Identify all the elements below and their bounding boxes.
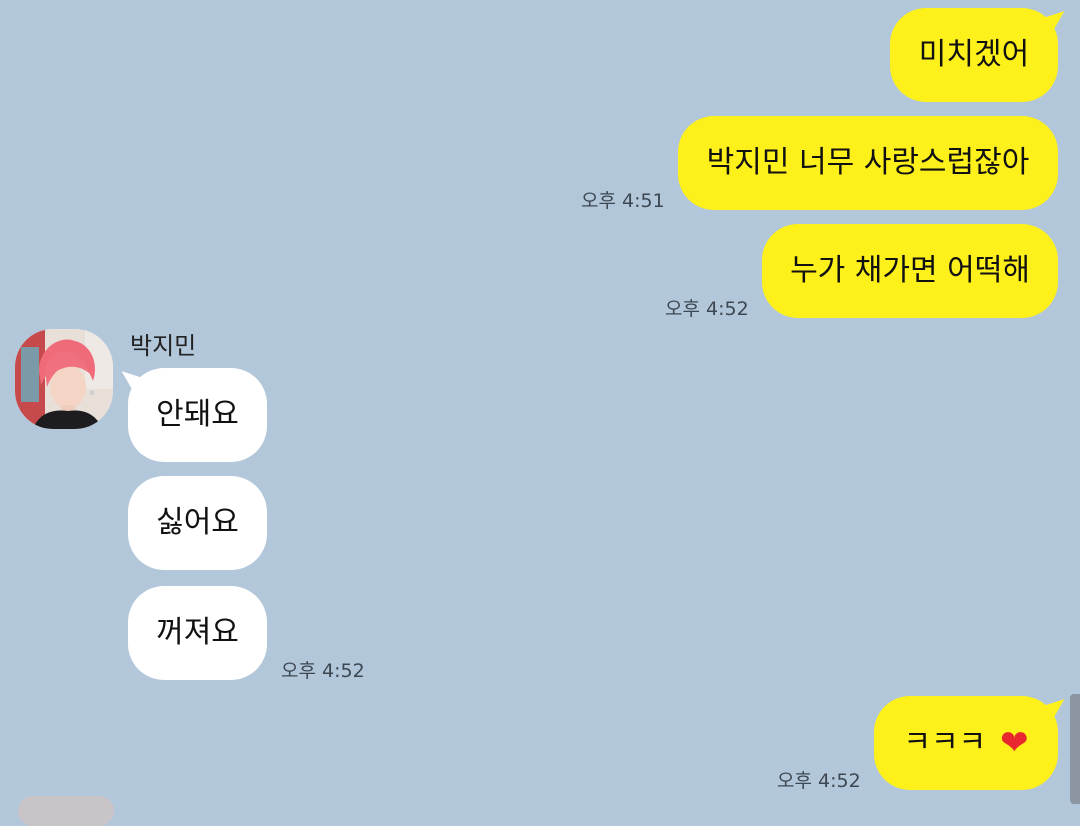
heart-emoji-icon: ❤ [1000, 723, 1029, 763]
message-text: 꺼져요 [156, 615, 239, 650]
outgoing-message-bubble[interactable]: 미치겠어 [890, 8, 1058, 102]
message-timestamp: 오후 4:51 [581, 190, 665, 212]
sender-avatar[interactable] [15, 329, 113, 429]
message-text: 안돼요 [156, 397, 239, 432]
message-text: 미치겠어 [918, 37, 1030, 72]
incoming-message-bubble[interactable]: 안돼요 [128, 368, 267, 462]
outgoing-message-bubble[interactable]: ㅋㅋㅋ ❤ [874, 696, 1058, 790]
message-timestamp: 오후 4:52 [777, 770, 861, 792]
message-text: ㅋㅋㅋ [903, 725, 987, 760]
message-text: 누가 채가면 어떡해 [790, 253, 1030, 288]
chat-room[interactable]: 미치겠어 박지민 너무 사랑스럽잖아 오후 4:51 누가 채가면 어떡해 오후… [0, 0, 1080, 826]
incoming-message-bubble[interactable]: 꺼져요 [128, 586, 267, 680]
message-timestamp: 오후 4:52 [281, 660, 365, 682]
sender-name: 박지민 [130, 332, 197, 360]
message-timestamp: 오후 4:52 [665, 298, 749, 320]
scrollbar[interactable] [1070, 694, 1080, 804]
outgoing-message-bubble[interactable]: 박지민 너무 사랑스럽잖아 [678, 116, 1058, 210]
next-sender-avatar[interactable] [18, 796, 114, 826]
incoming-message-bubble[interactable]: 싫어요 [128, 476, 267, 570]
message-text: 박지민 너무 사랑스럽잖아 [706, 145, 1030, 180]
outgoing-message-bubble[interactable]: 누가 채가면 어떡해 [762, 224, 1058, 318]
profile-photo-icon [15, 329, 113, 429]
message-text: 싫어요 [156, 505, 239, 540]
